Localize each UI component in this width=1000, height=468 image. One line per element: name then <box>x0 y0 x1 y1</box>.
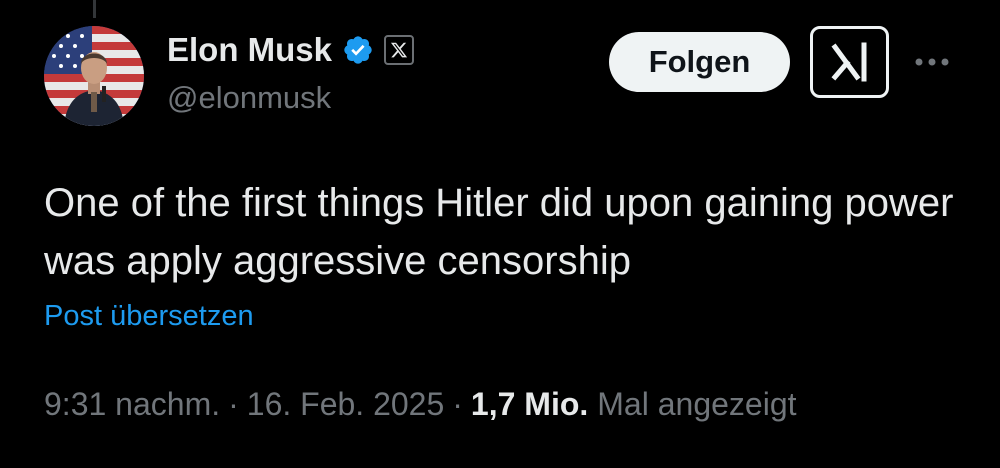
tweet-text: One of the first things Hitler did upon … <box>44 181 954 283</box>
views-count[interactable]: 1,7 Mio. <box>471 386 588 423</box>
author-display-name[interactable]: Elon Musk <box>167 31 332 69</box>
grok-icon <box>830 42 866 82</box>
verified-badge-icon[interactable] <box>342 34 374 66</box>
meta-separator: · <box>228 386 239 422</box>
x-logo-icon[interactable] <box>384 35 415 65</box>
meta-separator: · <box>452 386 463 422</box>
tweet-metadata: 9:31 nachm. · 16. Feb. 2025 · 1,7 Mio. M… <box>44 386 797 423</box>
thread-connector-line <box>93 0 96 18</box>
grok-button[interactable] <box>810 26 889 98</box>
follow-button[interactable]: Folgen <box>609 32 790 92</box>
author-name-row: Elon Musk <box>167 30 415 70</box>
tweet-date[interactable]: 16. Feb. 2025 <box>247 386 444 423</box>
more-dots-icon <box>915 58 949 66</box>
avatar[interactable] <box>44 26 144 126</box>
more-options-button[interactable] <box>912 48 952 76</box>
author-handle[interactable]: @elonmusk <box>167 80 331 116</box>
tweet-time[interactable]: 9:31 nachm. <box>44 386 220 423</box>
views-label: Mal angezeigt <box>597 386 797 422</box>
translate-post-link[interactable]: Post übersetzen <box>44 300 254 333</box>
